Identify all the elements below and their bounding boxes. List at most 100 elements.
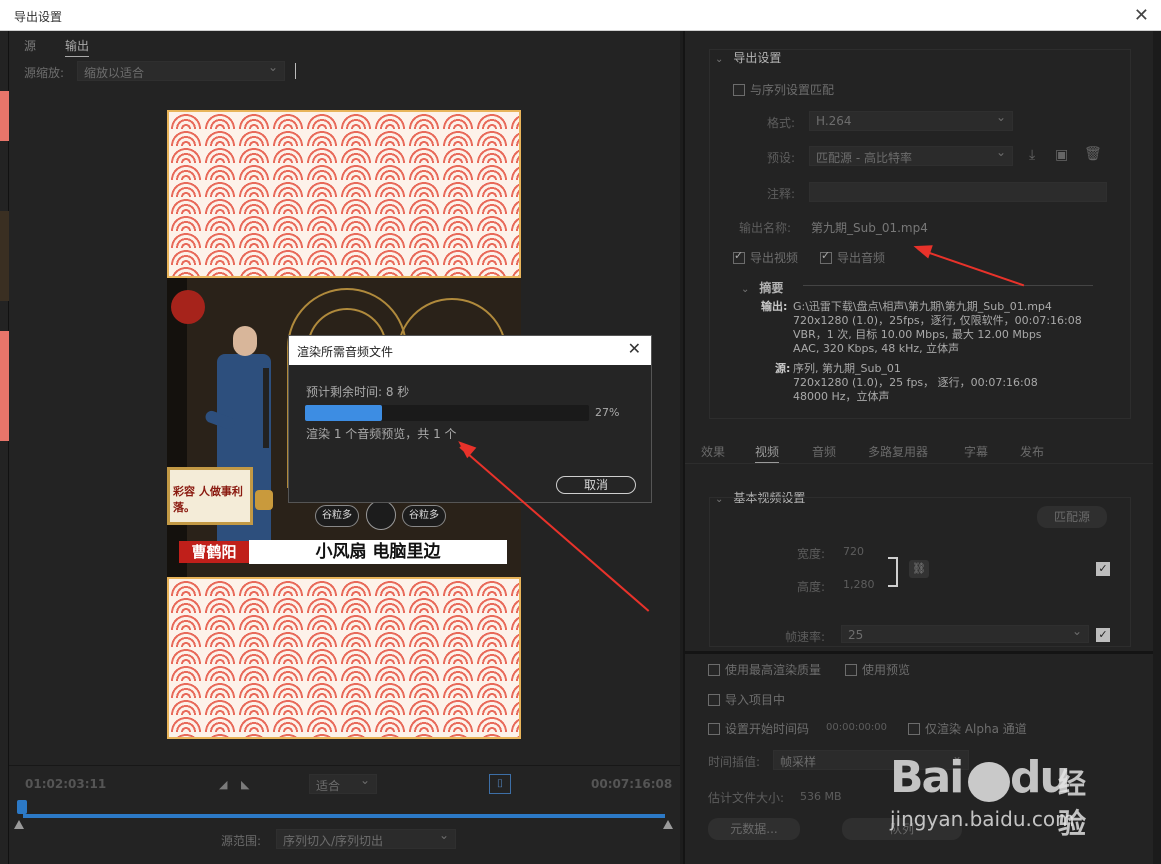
import-preset-icon[interactable]: ▣: [1055, 147, 1068, 163]
time-interpolation-label: 时间插值:: [708, 755, 761, 769]
tab-multiplexer[interactable]: 多路复用器: [868, 443, 928, 460]
estimated-size-label: 估计文件大小:: [708, 791, 785, 805]
export-video-checkbox[interactable]: 导出视频: [733, 249, 798, 266]
watermark-url: jingyan.baidu.com: [890, 807, 1075, 831]
framerate-match-checkbox[interactable]: ✓: [1096, 628, 1110, 642]
start-timecode-value[interactable]: 00:00:00:00: [826, 722, 887, 733]
mark-in-icon[interactable]: ◢: [219, 778, 227, 791]
height-value[interactable]: 1,280: [843, 578, 875, 591]
out-point-handle[interactable]: [663, 820, 673, 829]
baidu-watermark: Bai du 经验 jingyan.baidu.com: [890, 752, 1100, 842]
delete-preset-icon[interactable]: 🗑: [1084, 146, 1102, 162]
current-timecode[interactable]: 01:02:03:11: [25, 777, 106, 791]
dialog-title: 渲染所需音频文件: [297, 345, 394, 359]
tab-source[interactable]: 源: [24, 37, 36, 54]
seal-logo: [171, 290, 205, 324]
preset-value: 匹配源 - 高比特率: [816, 151, 912, 165]
max-render-quality-label: 使用最高渲染质量: [725, 663, 822, 677]
format-value: H.264: [816, 114, 852, 128]
framerate-value: 25: [848, 628, 864, 642]
summary-title: 摘要: [759, 281, 784, 295]
right-edge-scrollbar[interactable]: [1153, 31, 1161, 864]
window-title: 导出设置: [14, 10, 63, 24]
in-point-handle[interactable]: [14, 820, 24, 829]
settings-tabs: 效果 视频 音频 多路复用器 字幕 发布: [685, 436, 1155, 464]
tab-video[interactable]: 视频: [755, 443, 780, 463]
summary-output: G:\迅雷下载\盘点\相声\第九期\第九期_Sub_01.mp4 720x128…: [793, 300, 1082, 356]
fit-value: 适合: [316, 779, 341, 793]
summary-source-label: 源:: [775, 362, 790, 376]
checkbox-box: [708, 722, 720, 735]
link-icon[interactable]: ⛓: [909, 560, 929, 578]
save-preset-icon[interactable]: ⤓: [1029, 147, 1035, 163]
wave-pattern-bottom: [167, 577, 521, 739]
output-label: 输出:: [761, 300, 788, 313]
render-audio-dialog: 渲染所需音频文件 ✕ 预计剩余时间: 8 秒 27% 渲染 1 个音频预览，共 …: [288, 335, 652, 503]
mark-out-icon[interactable]: ◣: [241, 778, 249, 791]
output-path: G:\迅雷下载\盘点\相声\第九期\第九期_Sub_01.mp4: [793, 300, 1052, 313]
tab-captions[interactable]: 字幕: [964, 443, 988, 460]
source-scale-dropdown[interactable]: 缩放以适合: [77, 60, 285, 81]
set-start-timecode-checkbox[interactable]: 设置开始时间码: [708, 720, 809, 737]
source-scale-value: 缩放以适合: [84, 66, 145, 80]
use-preview-label: 使用预览: [862, 663, 911, 677]
tab-audio[interactable]: 音频: [812, 443, 836, 460]
source-audio-info: 48000 Hz，立体声: [793, 390, 890, 403]
fit-dropdown[interactable]: 适合: [309, 773, 377, 794]
comment-field[interactable]: [809, 182, 1107, 202]
render-alpha-only-label: 仅渲染 Alpha 通道: [925, 722, 1027, 736]
output-bitrate-info: VBR，1 次, 目标 10.00 Mbps, 最大 12.00 Mbps: [793, 328, 1042, 341]
microphone-stand: [263, 368, 269, 448]
window-close-icon[interactable]: ✕: [1134, 5, 1149, 26]
format-dropdown[interactable]: H.264: [809, 110, 1013, 131]
progress-bar: [305, 405, 589, 421]
framerate-dropdown[interactable]: 25: [841, 624, 1089, 643]
import-project-checkbox[interactable]: 导入项目中: [708, 691, 785, 708]
set-start-timecode-label: 设置开始时间码: [725, 722, 810, 736]
source-range-label: 源范围:: [221, 834, 262, 848]
width-value[interactable]: 720: [843, 545, 864, 558]
banner-title: 小风扇 电脑里边: [249, 540, 507, 564]
preset-dropdown[interactable]: 匹配源 - 高比特率: [809, 145, 1013, 166]
match-sequence-label: 与序列设置匹配: [750, 83, 835, 97]
tab-output[interactable]: 输出: [65, 37, 90, 57]
output-name-link[interactable]: 第九期_Sub_01.mp4: [811, 219, 928, 236]
render-alpha-only-checkbox[interactable]: 仅渲染 Alpha 通道: [908, 720, 1027, 737]
preview-timeline: 01:02:03:11 ◢ ◣ 适合 ⌷ 00:07:16:08 源范围: 序列…: [9, 765, 680, 864]
tab-publish[interactable]: 发布: [1020, 443, 1044, 460]
watermark-bai: Bai: [890, 752, 964, 803]
match-source-button[interactable]: 匹配源: [1037, 506, 1107, 528]
playhead-handle[interactable]: [17, 800, 27, 814]
width-height-match-checkbox[interactable]: ✓: [1096, 562, 1110, 576]
crop-icon[interactable]: ⌷: [489, 774, 511, 794]
use-preview-checkbox[interactable]: 使用预览: [845, 661, 910, 678]
metadata-button[interactable]: 元数据...: [708, 818, 800, 840]
preset-label: 预设:: [767, 151, 796, 165]
max-render-quality-checkbox[interactable]: 使用最高渲染质量: [708, 661, 821, 678]
tab-effects[interactable]: 效果: [701, 443, 725, 460]
dialog-close-icon[interactable]: ✕: [628, 339, 641, 358]
timeline-track[interactable]: [23, 814, 665, 818]
source-scale-row: 源缩放: 缩放以适合: [9, 60, 680, 85]
output-name-label: 输出名称:: [739, 221, 792, 235]
sign-seal: [255, 490, 273, 510]
paw-icon: [968, 762, 1010, 802]
preview-tabs: 源 输出: [9, 31, 680, 57]
export-video-label: 导出视频: [750, 251, 799, 265]
output-audio-info: AAC, 320 Kbps, 48 kHz, 立体声: [793, 342, 960, 355]
summary-heading[interactable]: ⌄ 摘要: [741, 279, 783, 296]
export-audio-checkbox[interactable]: 导出音频: [820, 249, 885, 266]
background-app-sliver: [0, 31, 9, 864]
source-range-dropdown[interactable]: 序列切入/序列切出: [276, 828, 456, 849]
sponsor-logo-right: 谷粒多: [402, 505, 446, 527]
lower-third-banner: 曹鹤阳 小风扇 电脑里边: [167, 536, 521, 576]
format-label: 格式:: [767, 116, 796, 130]
sliver-thumbnail: [0, 91, 9, 141]
checkbox-box: [708, 663, 720, 676]
match-sequence-checkbox[interactable]: 与序列设置匹配: [733, 81, 834, 98]
cancel-button[interactable]: 取消: [556, 476, 636, 494]
source-range-value: 序列切入/序列切出: [283, 834, 384, 848]
checkbox-box: [733, 249, 745, 264]
framerate-label: 帧速率:: [785, 630, 826, 644]
source-label: 源:: [775, 362, 791, 375]
